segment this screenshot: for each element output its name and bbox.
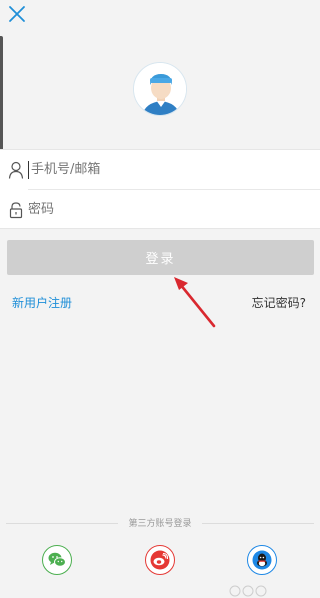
user-icon: [8, 161, 24, 179]
password-input[interactable]: [28, 200, 308, 220]
weibo-icon: [150, 550, 170, 570]
close-button[interactable]: [6, 3, 28, 25]
password-field-row: [0, 190, 320, 230]
qq-login-button[interactable]: [247, 545, 277, 575]
phone-email-input[interactable]: [31, 160, 311, 180]
close-icon: [9, 6, 25, 22]
avatar: [133, 62, 187, 116]
qq-icon: [252, 550, 272, 570]
wechat-icon: [48, 552, 66, 567]
login-form: [0, 149, 320, 229]
wechat-login-button[interactable]: [42, 545, 72, 575]
watermark-logo: [229, 585, 267, 597]
default-avatar-icon: [134, 63, 186, 115]
weibo-login-button[interactable]: [145, 545, 175, 575]
third-party-divider: 第三方账号登录: [6, 517, 314, 531]
divider-line-right: [202, 523, 314, 524]
register-link[interactable]: 新用户注册: [12, 294, 72, 311]
forgot-password-link[interactable]: 忘记密码?: [252, 294, 306, 311]
third-party-label: 第三方账号登录: [128, 519, 192, 529]
edge-handle: [0, 36, 3, 152]
text-cursor: [28, 161, 29, 179]
phone-field-row: [0, 150, 320, 190]
annotation-arrow: [174, 277, 216, 328]
lock-icon: [9, 202, 23, 219]
